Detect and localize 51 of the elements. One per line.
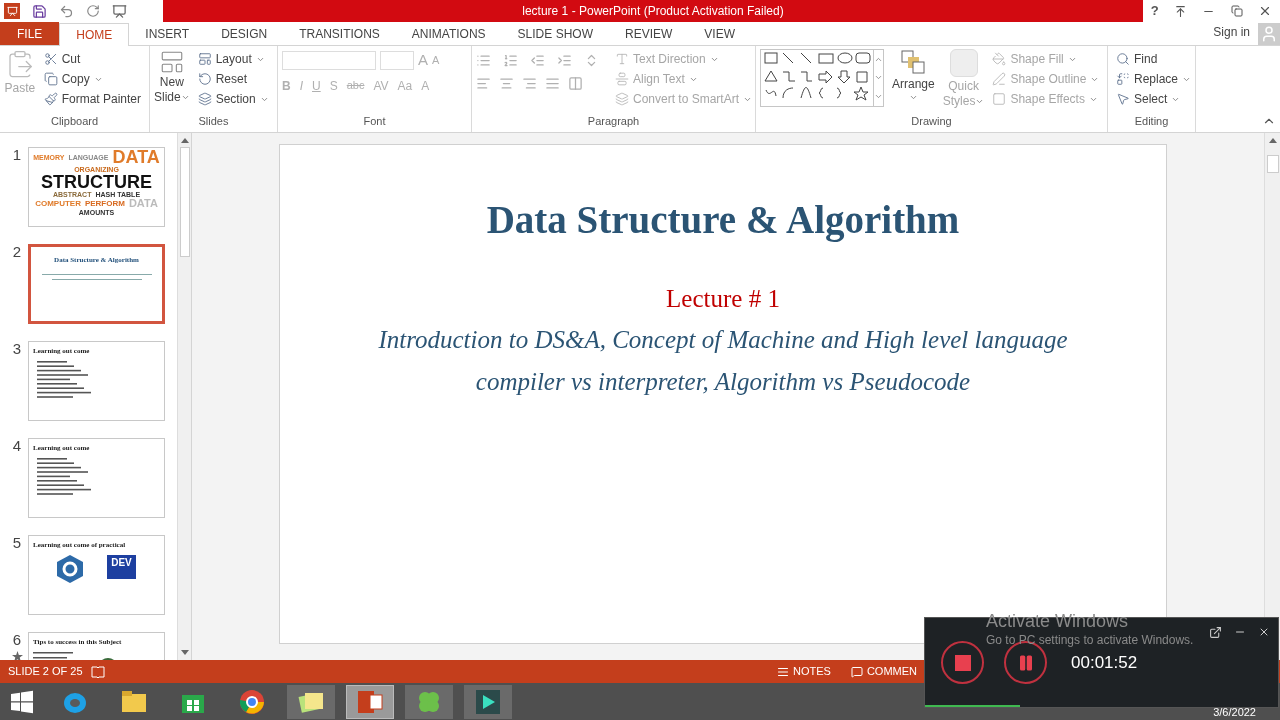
ribbon-tab[interactable]: DESIGN bbox=[205, 22, 284, 45]
thumbnail-word: DATA bbox=[128, 198, 158, 209]
ribbon-button[interactable]: Replace bbox=[1112, 69, 1191, 89]
ribbon-button[interactable]: Section bbox=[193, 89, 273, 109]
group-label: Drawing bbox=[910, 114, 953, 128]
slide-subtitle: Introduction to DS&A, Concept of Machine and High level language bbox=[378, 325, 1068, 355]
group-label: Clipboard bbox=[49, 114, 100, 128]
ribbon-button[interactable]: Layout bbox=[193, 49, 273, 69]
lecture-number: Lecture # 1 bbox=[666, 283, 780, 314]
arrange-button[interactable]: Arrange bbox=[892, 49, 935, 102]
recording-timer: 00:01:52 bbox=[1071, 651, 1138, 674]
activation-title: Activate Windows bbox=[986, 610, 1129, 633]
comments-button[interactable]: COMMEN bbox=[850, 663, 917, 680]
ribbon-tab[interactable]: INSERT bbox=[129, 22, 206, 45]
ribbon-button[interactable]: Find bbox=[1112, 49, 1191, 69]
sign-in-link[interactable]: Sign in bbox=[1213, 23, 1250, 41]
file-tab[interactable]: FILE bbox=[0, 22, 60, 45]
notes-button[interactable]: NOTES bbox=[777, 663, 831, 680]
slide-number: 1 bbox=[12, 147, 22, 162]
group-label: Font bbox=[362, 114, 387, 128]
help-button[interactable]: ? bbox=[1150, 1, 1159, 21]
slide-number: 3 bbox=[12, 341, 22, 356]
thumbnail-word: DATA bbox=[112, 148, 160, 166]
taskbar-date: 3/6/2022 bbox=[1213, 704, 1256, 720]
slide-title: Data Structure & Algorithm bbox=[486, 197, 960, 244]
group-label: Paragraph bbox=[586, 114, 641, 128]
ribbon-button[interactable]: Cut bbox=[39, 49, 145, 69]
ribbon-button[interactable]: Select bbox=[1112, 89, 1191, 109]
ribbon-button[interactable]: Copy bbox=[39, 69, 145, 89]
slide-number: 6 bbox=[12, 632, 22, 647]
new-slide-button[interactable]: New Slide bbox=[154, 49, 190, 105]
slide-number: 2 bbox=[12, 244, 22, 259]
thumbnail-word: COMPUTER bbox=[35, 199, 81, 208]
slide-number: 5 bbox=[12, 535, 22, 550]
ribbon-tab[interactable]: ANIMATIONS bbox=[395, 22, 502, 45]
ribbon-tab[interactable]: SLIDE SHOW bbox=[501, 22, 609, 45]
ribbon-tab[interactable]: TRANSITIONS bbox=[283, 22, 396, 45]
window-title: lecture 1 - PowerPoint (Product Activation Failed) bbox=[522, 3, 784, 20]
logo-text: DEV bbox=[107, 554, 136, 579]
group-label: Slides bbox=[197, 114, 230, 128]
slide-subtitle: compiler vs interpreter, Algorithm vs Pseudocode bbox=[475, 366, 971, 397]
ribbon-tab[interactable]: REVIEW bbox=[608, 22, 689, 45]
slide-number: 4 bbox=[12, 438, 22, 453]
ribbon-button[interactable]: Reset bbox=[193, 69, 273, 89]
ribbon-tab[interactable]: VIEW bbox=[688, 22, 751, 45]
group-label: Editing bbox=[1133, 114, 1170, 128]
slide-position: SLIDE 2 OF 25 bbox=[8, 664, 83, 680]
ribbon-tab[interactable]: HOME bbox=[59, 23, 130, 46]
ribbon-button[interactable]: Format Painter bbox=[39, 89, 145, 109]
thumbnail-word: STRUCTURE bbox=[41, 173, 152, 191]
thumbnail-word: PERFORM bbox=[84, 199, 125, 208]
